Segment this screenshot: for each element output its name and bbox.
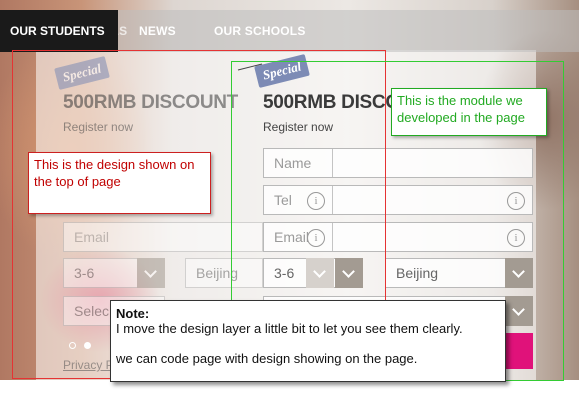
design-callout: This is the design shown on the top of p… bbox=[28, 152, 211, 214]
note-line-2: we can code page with design showing on … bbox=[116, 351, 418, 366]
connector-line bbox=[237, 63, 263, 71]
note-line-1: I move the design layer a little bit to … bbox=[116, 321, 463, 336]
note-spacer bbox=[116, 336, 500, 351]
note-box: Note: I move the design layer a little b… bbox=[110, 300, 506, 382]
note-heading: Note: bbox=[116, 306, 150, 321]
module-callout: This is the module we developed in the p… bbox=[391, 88, 547, 136]
